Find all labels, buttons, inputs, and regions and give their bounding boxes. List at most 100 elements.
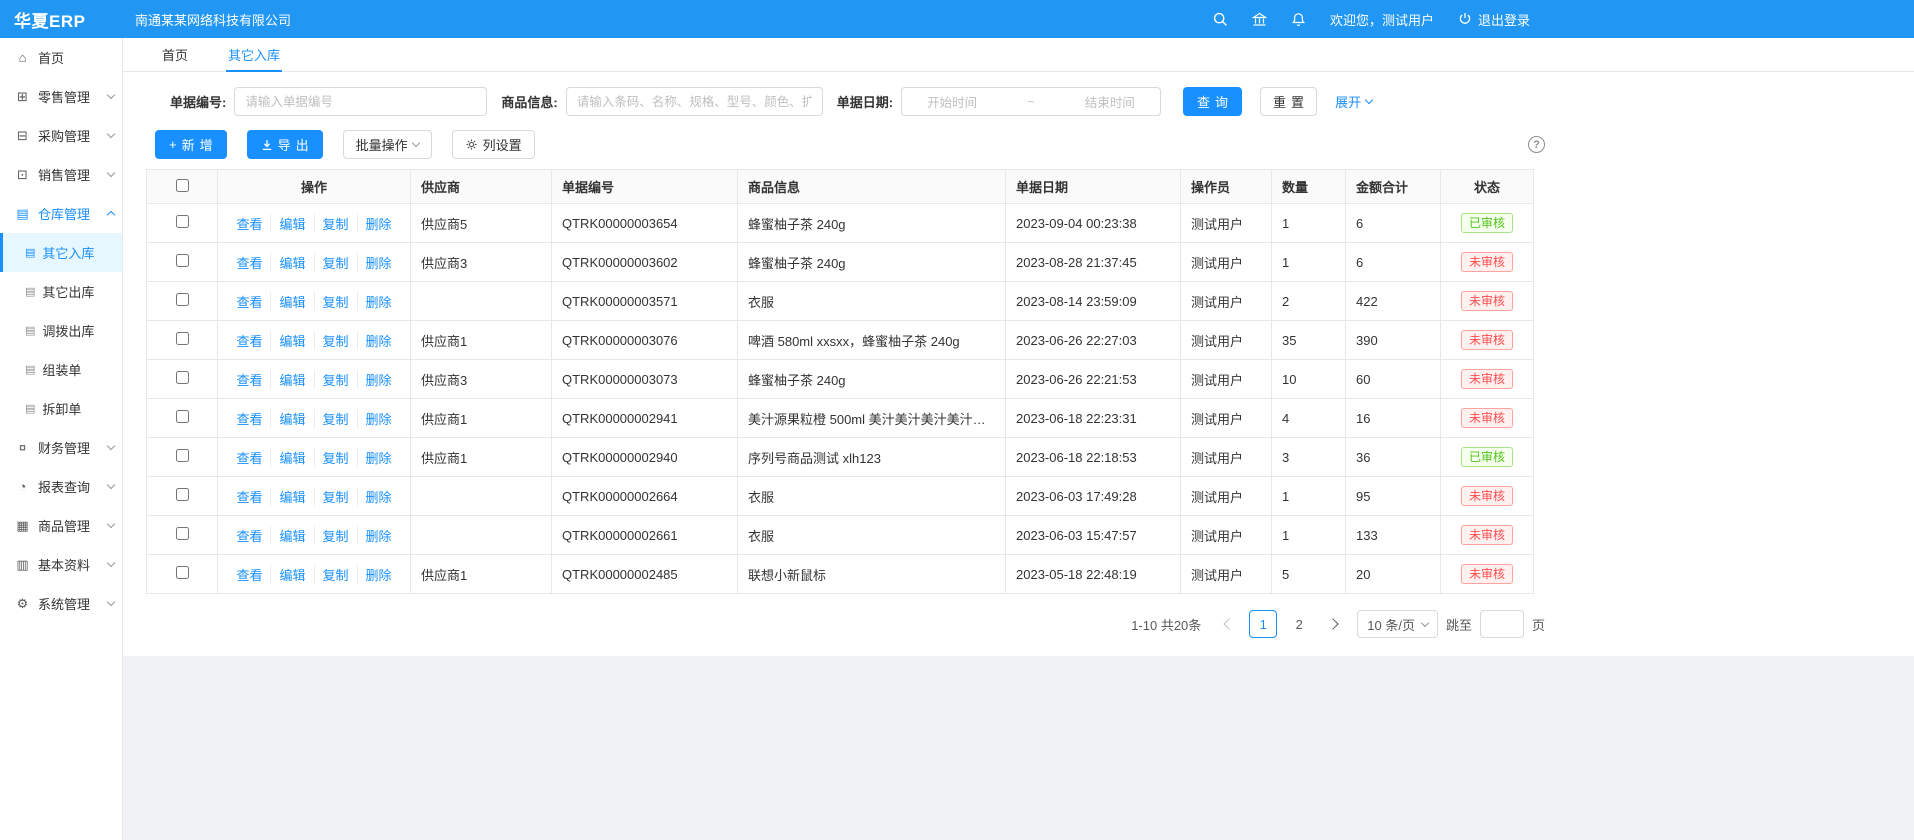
edit-link[interactable]: 编辑	[270, 331, 313, 350]
view-link[interactable]: 查看	[228, 292, 270, 311]
prev-page-button[interactable]	[1213, 610, 1241, 638]
copy-link[interactable]: 复制	[314, 526, 357, 545]
tab-other-inbound[interactable]: 其它入库	[226, 38, 282, 71]
delete-link[interactable]: 删除	[357, 526, 400, 545]
view-link[interactable]: 查看	[228, 331, 270, 350]
reset-button[interactable]: 重置	[1260, 87, 1317, 116]
delete-link[interactable]: 删除	[357, 487, 400, 506]
sidebar-item-system[interactable]: ⚙ 系统管理	[0, 584, 122, 623]
sidebar-item-retail[interactable]: ⊞ 零售管理	[0, 77, 122, 116]
row-checkbox[interactable]	[176, 488, 189, 501]
row-checkbox[interactable]	[176, 332, 189, 345]
delete-link[interactable]: 删除	[357, 565, 400, 584]
search-icon[interactable]	[1213, 12, 1228, 27]
sidebar-item-disassembly[interactable]: ▤ 拆卸单	[0, 389, 122, 428]
copy-link[interactable]: 复制	[314, 565, 357, 584]
delete-link[interactable]: 删除	[357, 214, 400, 233]
view-link[interactable]: 查看	[228, 214, 270, 233]
sidebar-item-report[interactable]: ◔ 报表查询	[0, 467, 122, 506]
row-checkbox[interactable]	[176, 410, 189, 423]
copy-link[interactable]: 复制	[314, 331, 357, 350]
copy-link[interactable]: 复制	[314, 487, 357, 506]
row-checkbox[interactable]	[176, 293, 189, 306]
sidebar-item-warehouse[interactable]: ▤ 仓库管理	[0, 194, 122, 233]
sidebar-item-home[interactable]: ⌂ 首页	[0, 38, 122, 77]
delete-link[interactable]: 删除	[357, 409, 400, 428]
row-checkbox[interactable]	[176, 527, 189, 540]
menu-label: 采购管理	[38, 126, 90, 145]
delete-link[interactable]: 删除	[357, 292, 400, 311]
batch-operations-button[interactable]: 批量操作	[343, 130, 432, 159]
select-all-checkbox[interactable]	[176, 179, 189, 192]
view-link[interactable]: 查看	[228, 565, 270, 584]
search-button[interactable]: 查询	[1183, 87, 1242, 116]
view-link[interactable]: 查看	[228, 448, 270, 467]
delete-link[interactable]: 删除	[357, 253, 400, 272]
row-checkbox[interactable]	[176, 215, 189, 228]
supplier-cell: 供应商1	[411, 555, 552, 594]
menu-label: 基本资料	[38, 555, 90, 574]
copy-link[interactable]: 复制	[314, 409, 357, 428]
row-checkbox[interactable]	[176, 371, 189, 384]
help-icon[interactable]: ?	[1528, 136, 1545, 153]
column-settings-button[interactable]: 列设置	[452, 130, 535, 159]
sidebar-item-assembly[interactable]: ▤ 组装单	[0, 350, 122, 389]
copy-link[interactable]: 复制	[314, 292, 357, 311]
add-button[interactable]: +新增	[155, 130, 227, 159]
view-link[interactable]: 查看	[228, 253, 270, 272]
sidebar-item-sales[interactable]: ⊡ 销售管理	[0, 155, 122, 194]
chevron-down-icon	[107, 559, 115, 567]
sidebar-item-goods[interactable]: ▦ 商品管理	[0, 506, 122, 545]
edit-link[interactable]: 编辑	[270, 526, 313, 545]
bill-no-input[interactable]	[234, 87, 487, 116]
edit-link[interactable]: 编辑	[270, 370, 313, 389]
sidebar-item-allocation-outbound[interactable]: ▤ 调拨出库	[0, 311, 122, 350]
edit-link[interactable]: 编辑	[270, 409, 313, 428]
sidebar-item-other-outbound[interactable]: ▤ 其它出库	[0, 272, 122, 311]
view-link[interactable]: 查看	[228, 487, 270, 506]
jump-page-input[interactable]	[1480, 610, 1524, 638]
copy-link[interactable]: 复制	[314, 214, 357, 233]
row-checkbox[interactable]	[176, 566, 189, 579]
status-badge: 未审核	[1461, 330, 1513, 350]
logout-button[interactable]: 退出登录	[1458, 10, 1530, 29]
edit-link[interactable]: 编辑	[270, 487, 313, 506]
copy-link[interactable]: 复制	[314, 370, 357, 389]
copy-link[interactable]: 复制	[314, 448, 357, 467]
delete-link[interactable]: 删除	[357, 448, 400, 467]
operator-cell: 测试用户	[1181, 282, 1272, 321]
sidebar-item-other-inbound[interactable]: ▤ 其它入库	[0, 233, 122, 272]
copy-link[interactable]: 复制	[314, 253, 357, 272]
date-range-picker[interactable]: 开始时间 ~ 结束时间	[901, 87, 1161, 116]
page-size-select[interactable]: 10 条/页	[1357, 610, 1438, 638]
table-row: 查看 编辑 复制 删除 供应商1 QTRK00000003076 啤酒 580m…	[147, 321, 1534, 360]
tab-bar: 首页 其它入库	[123, 38, 1914, 72]
expand-link[interactable]: 展开	[1335, 92, 1372, 111]
view-link[interactable]: 查看	[228, 526, 270, 545]
sidebar-item-purchase[interactable]: ⊟ 采购管理	[0, 116, 122, 155]
export-button[interactable]: 导出	[247, 130, 323, 159]
delete-link[interactable]: 删除	[357, 331, 400, 350]
edit-link[interactable]: 编辑	[270, 448, 313, 467]
platform-icon[interactable]	[1252, 12, 1267, 27]
page-button-2[interactable]: 2	[1285, 610, 1313, 638]
row-checkbox[interactable]	[176, 449, 189, 462]
view-link[interactable]: 查看	[228, 409, 270, 428]
sidebar-item-finance[interactable]: ¤ 财务管理	[0, 428, 122, 467]
tab-home[interactable]: 首页	[160, 38, 190, 71]
row-checkbox[interactable]	[176, 254, 189, 267]
sidebar-item-basic-data[interactable]: ▥ 基本资料	[0, 545, 122, 584]
next-page-button[interactable]	[1321, 610, 1349, 638]
edit-link[interactable]: 编辑	[270, 214, 313, 233]
row-actions: 查看 编辑 复制 删除	[228, 370, 399, 389]
edit-link[interactable]: 编辑	[270, 292, 313, 311]
edit-link[interactable]: 编辑	[270, 253, 313, 272]
material-cell: 蜂蜜柚子茶 240g	[738, 243, 1006, 282]
page-button-1[interactable]: 1	[1249, 610, 1277, 638]
material-input[interactable]	[566, 87, 823, 116]
content-area: 首页 其它入库 单据编号: 商品信息: 单据日期: 开始时间 ~	[123, 38, 1914, 840]
notification-bell-icon[interactable]	[1291, 12, 1306, 27]
view-link[interactable]: 查看	[228, 370, 270, 389]
edit-link[interactable]: 编辑	[270, 565, 313, 584]
delete-link[interactable]: 删除	[357, 370, 400, 389]
